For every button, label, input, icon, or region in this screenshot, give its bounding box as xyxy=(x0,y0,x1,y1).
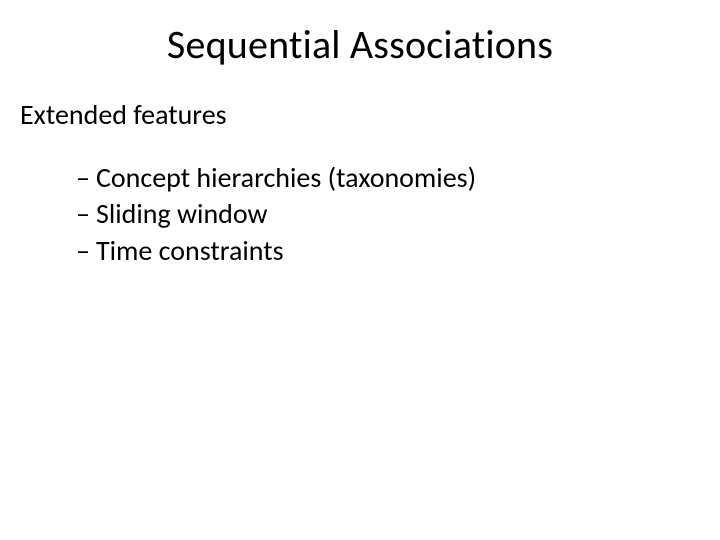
bullet-text: Concept hierarchies (taxonomies) xyxy=(96,160,476,196)
slide-title: Sequential Associations xyxy=(16,20,704,69)
bullet-marker: – xyxy=(76,196,90,232)
bullet-marker: – xyxy=(76,233,90,269)
list-item: – Sliding window xyxy=(76,196,704,232)
bullet-list: – Concept hierarchies (taxonomies) – Sli… xyxy=(16,160,704,269)
bullet-marker: – xyxy=(76,160,90,196)
list-item: – Concept hierarchies (taxonomies) xyxy=(76,160,704,196)
slide-container: Sequential Associations Extended feature… xyxy=(0,0,720,540)
slide-subtitle: Extended features xyxy=(16,97,704,132)
list-item: – Time constraints xyxy=(76,233,704,269)
bullet-text: Time constraints xyxy=(96,233,284,269)
bullet-text: Sliding window xyxy=(96,196,268,232)
